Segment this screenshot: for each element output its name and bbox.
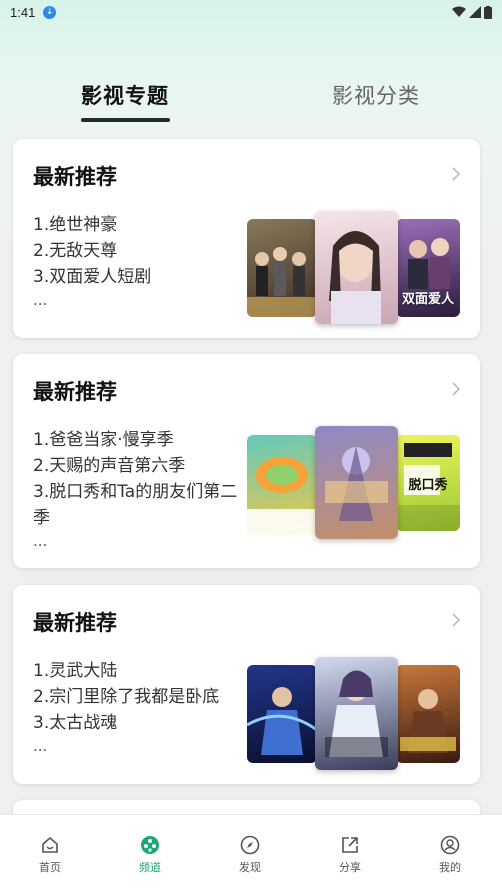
poster-image[interactable]: 双面爱人 xyxy=(396,219,460,317)
poster-art xyxy=(247,687,317,755)
nav-channel[interactable]: 频道 xyxy=(100,815,200,892)
nav-discover[interactable]: 发现 xyxy=(200,815,300,892)
bottom-nav: 首页 频道 发现 分享 我的 xyxy=(0,814,502,892)
poster-art xyxy=(325,446,388,521)
battery-icon xyxy=(484,5,492,19)
nav-label: 我的 xyxy=(439,861,461,874)
poster-art xyxy=(247,247,317,317)
poster-image[interactable] xyxy=(247,219,317,317)
card-title: 最新推荐 xyxy=(33,380,117,404)
nav-label: 分享 xyxy=(339,861,361,874)
status-time: 1:41 xyxy=(10,4,36,20)
status-icons xyxy=(452,5,492,19)
user-icon xyxy=(440,835,460,855)
card-title: 最新推荐 xyxy=(33,165,117,189)
more-indicator: ... xyxy=(33,737,48,755)
poster-image[interactable] xyxy=(315,657,398,770)
nav-share[interactable]: 分享 xyxy=(300,815,400,892)
top-tab-bar: 影视专题 影视分类 xyxy=(0,80,502,130)
list-item[interactable]: 3.太古战魂 xyxy=(33,710,247,736)
more-indicator: ... xyxy=(33,532,48,550)
nav-label: 首页 xyxy=(39,861,61,874)
topic-card[interactable]: 最新推荐 1.爸爸当家·慢享季 2.天赐的声音第六季 3.脱口秀和Ta的朋友们第… xyxy=(13,354,480,568)
wifi-icon xyxy=(452,6,466,17)
list-item[interactable]: 3.双面爱人短剧 xyxy=(33,264,247,290)
poster-image[interactable] xyxy=(396,665,460,763)
poster-image[interactable] xyxy=(315,426,398,539)
list-item[interactable]: 2.天赐的声音第六季 xyxy=(33,453,247,479)
compass-icon xyxy=(240,835,260,855)
poster-caption: 双面爱人 xyxy=(401,292,454,307)
film-reel-icon xyxy=(141,836,159,854)
list-item[interactable]: 1.绝世神豪 xyxy=(33,212,247,238)
poster-image[interactable] xyxy=(315,211,398,324)
chevron-right-icon[interactable] xyxy=(450,382,462,396)
poster-art xyxy=(325,670,388,757)
poster-art xyxy=(329,230,381,324)
poster-art xyxy=(247,457,317,535)
poster-art xyxy=(400,689,456,753)
topic-card[interactable]: 最新推荐 1.绝世神豪 2.无敌天尊 3.双面爱人短剧 ... 双面爱人 xyxy=(13,139,480,338)
list-item[interactable]: 3.脱口秀和Ta的朋友们第二季 xyxy=(33,479,247,531)
nav-home[interactable]: 首页 xyxy=(0,815,100,892)
card-item-list: 1.绝世神豪 2.无敌天尊 3.双面爱人短剧 ... xyxy=(33,212,247,310)
topic-card[interactable]: 最新推荐 1.灵武大陆 2.宗门里除了我都是卧底 3.太古战魂 ... xyxy=(13,585,480,784)
signal-icon xyxy=(469,6,481,18)
more-indicator: ... xyxy=(33,291,48,309)
share-icon xyxy=(342,837,358,853)
nav-label: 发现 xyxy=(239,861,261,874)
tab-topics[interactable]: 影视专题 xyxy=(81,80,169,110)
card-item-list: 1.灵武大陆 2.宗门里除了我都是卧底 3.太古战魂 ... xyxy=(33,658,247,756)
card-title: 最新推荐 xyxy=(33,611,117,635)
active-tab-indicator xyxy=(81,118,170,122)
poster-image[interactable]: 脱口秀 xyxy=(396,435,460,531)
chevron-right-icon[interactable] xyxy=(450,167,462,181)
list-item[interactable]: 1.灵武大陆 xyxy=(33,658,247,684)
card-item-list: 1.爸爸当家·慢享季 2.天赐的声音第六季 3.脱口秀和Ta的朋友们第二季 ..… xyxy=(33,427,247,551)
list-item[interactable]: 2.宗门里除了我都是卧底 xyxy=(33,684,247,710)
list-item[interactable]: 2.无敌天尊 xyxy=(33,238,247,264)
poster-image[interactable] xyxy=(247,435,317,535)
list-item[interactable]: 1.爸爸当家·慢享季 xyxy=(33,427,247,453)
nav-label: 频道 xyxy=(139,861,161,874)
poster-caption: 脱口秀 xyxy=(408,478,448,493)
chevron-right-icon[interactable] xyxy=(450,613,462,627)
status-bar: 1:41 ↓ xyxy=(0,0,502,24)
download-icon: ↓ xyxy=(43,5,57,19)
nav-mine[interactable]: 我的 xyxy=(400,815,500,892)
home-icon xyxy=(42,836,58,853)
tab-categories[interactable]: 影视分类 xyxy=(332,80,420,110)
poster-image[interactable] xyxy=(247,665,317,763)
